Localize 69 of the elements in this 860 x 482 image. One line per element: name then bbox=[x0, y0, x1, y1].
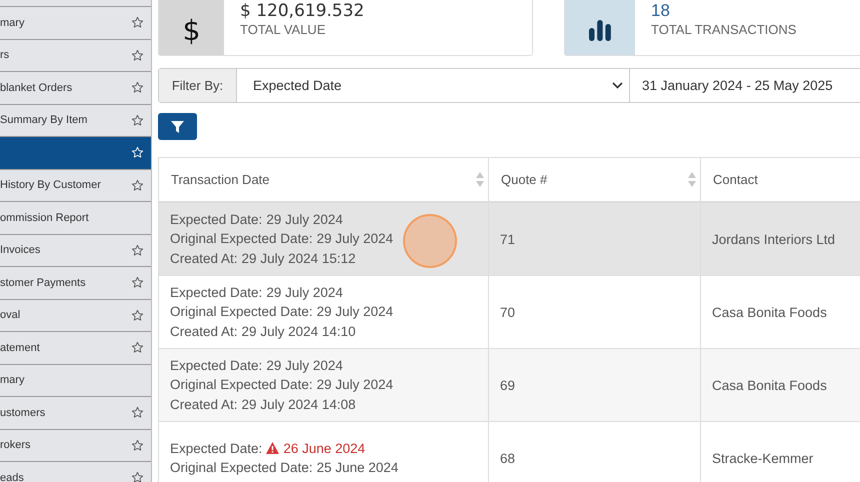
date-value: 29 July 2024 bbox=[266, 284, 343, 302]
sort-icon bbox=[476, 172, 484, 187]
star-icon[interactable] bbox=[131, 471, 144, 482]
sort-icon bbox=[688, 172, 696, 187]
sidebar-item[interactable]: blanket Orders bbox=[0, 71, 151, 104]
column-header[interactable]: Quote # bbox=[489, 158, 701, 201]
click-indicator bbox=[403, 214, 457, 268]
sidebar-item[interactable]: rokers bbox=[0, 428, 151, 461]
date-value: 29 July 2024 bbox=[316, 303, 394, 322]
star-icon[interactable] bbox=[131, 81, 144, 94]
sidebar-item[interactable]: atement bbox=[0, 331, 151, 364]
sidebar-item[interactable]: stomer Payments bbox=[0, 266, 151, 298]
contact-name: Stracke-Kemmer bbox=[712, 450, 814, 466]
star-icon[interactable] bbox=[131, 16, 144, 30]
filter-button[interactable] bbox=[158, 113, 197, 140]
date-value: 29 July 2024 14:10 bbox=[242, 322, 356, 341]
sidebar-item[interactable]: ommission Report bbox=[0, 201, 151, 234]
date-label: Expected Date: bbox=[170, 440, 262, 458]
date-label: Original Expected Date: bbox=[170, 376, 313, 394]
date-value: 29 July 2024 bbox=[266, 356, 343, 375]
date-label: Original Expected Date: bbox=[170, 303, 313, 322]
contact-name: Jordans Interiors Ltd bbox=[712, 232, 836, 246]
quote-number: 68 bbox=[500, 450, 516, 466]
stat-value: $ 120,619.532 bbox=[240, 1, 364, 21]
column-header[interactable]: Transaction Date bbox=[159, 158, 489, 201]
contact-name: Casa Bonita Foods bbox=[712, 304, 828, 320]
dollar-icon: $ bbox=[182, 14, 200, 46]
quote-number: 70 bbox=[500, 304, 516, 320]
date-value: 29 July 2024 14:08 bbox=[242, 396, 356, 414]
date-value: 29 July 2024 bbox=[316, 376, 394, 394]
sidebar-item[interactable]: oval bbox=[0, 298, 151, 331]
date-label: Created At: bbox=[170, 396, 238, 414]
star-icon[interactable] bbox=[131, 244, 144, 257]
date-value: 25 June 2024 bbox=[316, 459, 398, 477]
stat-value: 18 bbox=[651, 1, 671, 21]
star-icon[interactable] bbox=[131, 406, 144, 420]
star-icon[interactable] bbox=[131, 48, 144, 62]
star-icon[interactable] bbox=[131, 308, 144, 322]
date-value: 26 June 2024 bbox=[283, 440, 366, 458]
column-header[interactable]: Contact bbox=[701, 158, 860, 201]
sidebar-item[interactable]: ustomers bbox=[0, 396, 151, 428]
date-value: 29 July 2024 bbox=[316, 230, 394, 248]
star-icon[interactable] bbox=[131, 276, 144, 290]
contact-name: Casa Bonita Foods bbox=[712, 378, 828, 392]
quote-number: 69 bbox=[500, 378, 516, 392]
filter-icon bbox=[171, 120, 184, 132]
stat-label: TOTAL VALUE bbox=[240, 22, 326, 37]
sidebar-item[interactable]: History By Customer bbox=[0, 168, 151, 201]
stat-label: TOTAL TRANSACTIONS bbox=[651, 22, 796, 37]
star-icon[interactable] bbox=[131, 438, 144, 452]
quote-number: 71 bbox=[500, 232, 516, 246]
date-value: 29 July 2024 bbox=[266, 210, 343, 229]
date-value: 29 July 2024 15:12 bbox=[242, 250, 356, 268]
sidebar-item[interactable]: Invoices bbox=[0, 234, 151, 266]
star-icon[interactable] bbox=[131, 178, 144, 192]
bar-chart-icon bbox=[588, 19, 612, 41]
sidebar-item[interactable]: eads bbox=[0, 461, 151, 482]
date-label: Expected Date: bbox=[170, 210, 262, 229]
sidebar-item[interactable]: rs bbox=[0, 38, 151, 71]
date-label: Created At: bbox=[170, 322, 238, 341]
sidebar-item[interactable]: mary bbox=[0, 6, 151, 38]
date-label: Expected Date: bbox=[170, 356, 262, 375]
date-label: Original Expected Date: bbox=[170, 459, 313, 477]
date-label: Created At: bbox=[170, 250, 238, 268]
date-label: Original Expected Date: bbox=[170, 230, 313, 248]
star-icon[interactable] bbox=[131, 114, 144, 127]
star-icon[interactable] bbox=[131, 341, 144, 354]
sidebar-item[interactable]: mary bbox=[0, 364, 151, 396]
date-label: Expected Date: bbox=[170, 284, 262, 302]
